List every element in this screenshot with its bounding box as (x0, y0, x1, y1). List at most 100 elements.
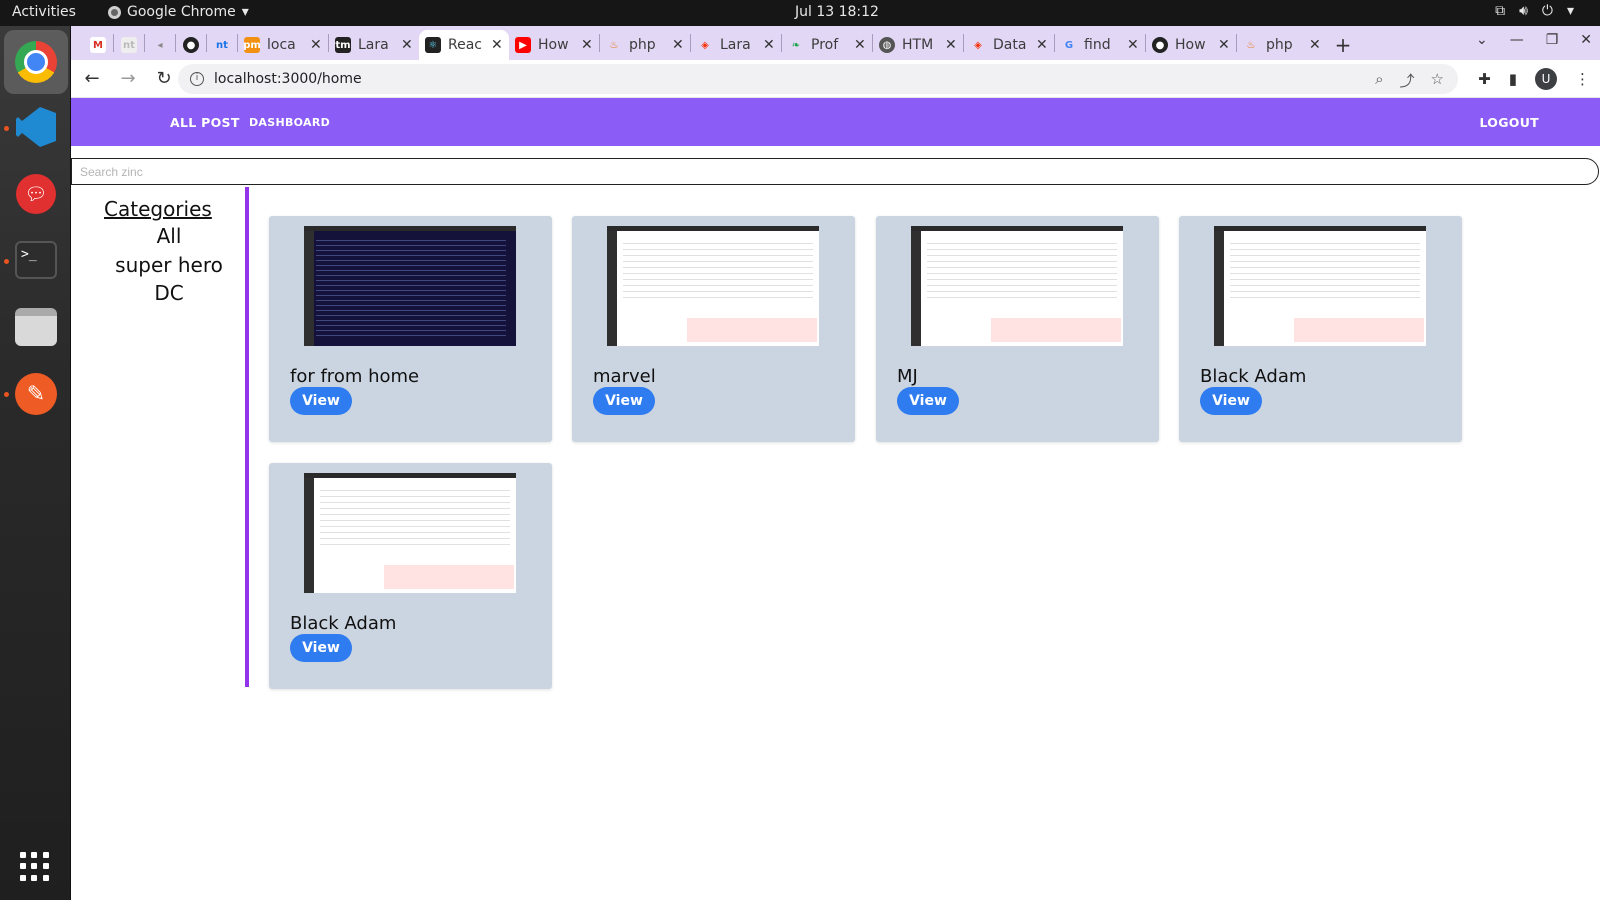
nav-all-post[interactable]: ALL POST (170, 115, 240, 130)
post-title: Black Adam (290, 613, 397, 634)
tab-active[interactable]: ⚛ Reac ✕ (419, 30, 509, 60)
minimize-icon[interactable]: — (1510, 32, 1524, 48)
php-icon: ♨ (1246, 39, 1256, 51)
clock[interactable]: Jul 13 18:12 (795, 4, 879, 20)
close-icon[interactable]: ✕ (491, 37, 503, 53)
profile-avatar[interactable]: U (1535, 68, 1557, 90)
dock-postman[interactable]: ✎ (13, 371, 59, 417)
files-icon (15, 308, 57, 346)
back-icon[interactable]: ← (77, 68, 107, 89)
dock-terminal[interactable]: >_ (13, 237, 59, 283)
close-icon[interactable]: ✕ (1218, 37, 1230, 53)
leaf-icon: ❧ (791, 39, 801, 51)
zoom-icon[interactable]: ⌕ (1375, 70, 1383, 91)
close-icon[interactable]: ✕ (672, 37, 684, 53)
tab[interactable]: ♨ php ✕ (1237, 30, 1327, 60)
tab-nt[interactable]: nt (114, 30, 144, 60)
site-info-icon[interactable]: i (190, 72, 204, 86)
side-panel-icon[interactable]: ▮ (1509, 70, 1517, 88)
reload-icon[interactable]: ↻ (149, 68, 179, 89)
tab[interactable]: ◈ Lara ✕ (691, 30, 781, 60)
power-icon[interactable]: ⏻ (1542, 3, 1553, 19)
tab[interactable]: tm Lara ✕ (329, 30, 419, 60)
logout-link[interactable]: LOGOUT (1479, 115, 1539, 130)
tab-nt-2[interactable]: nt (207, 30, 237, 60)
chevron-down-icon[interactable]: ▾ (1567, 3, 1574, 19)
menu-dots-icon[interactable]: ⋮ (1575, 70, 1590, 88)
browser-window: M nt ◂ ● nt pm loca ✕ tm Lara ✕ ⚛ Reac ✕ ▶ How ✕… (71, 26, 1600, 900)
view-button[interactable]: View (1200, 387, 1262, 415)
tab[interactable]: ◈ Data ✕ (964, 30, 1054, 60)
view-button[interactable]: View (290, 634, 352, 662)
tab[interactable]: ▶ How ✕ (509, 30, 599, 60)
post-title: MJ (897, 366, 918, 387)
toolbar-actions: ✚ ▮ U ⋮ (1478, 68, 1590, 90)
view-button[interactable]: View (593, 387, 655, 415)
category-all[interactable]: All (79, 224, 259, 248)
dock-files[interactable] (13, 304, 59, 350)
post-card: for from home View (269, 216, 552, 442)
post-thumbnail[interactable] (911, 226, 1123, 346)
address-bar[interactable]: i localhost:3000/home ⌕ ⤴ ☆ (178, 64, 1458, 94)
network-icon[interactable]: ⧉ (1495, 3, 1505, 19)
postman-icon: ✎ (15, 373, 57, 415)
restore-icon[interactable]: ❐ (1546, 32, 1559, 48)
show-apps-icon[interactable] (20, 852, 50, 882)
tab[interactable]: ❧ Prof ✕ (782, 30, 872, 60)
php-icon: ♨ (609, 39, 619, 51)
post-thumbnail[interactable] (304, 226, 516, 346)
app-menu-label: Google Chrome (127, 4, 236, 20)
new-tab-button[interactable]: + (1327, 30, 1359, 60)
close-icon[interactable]: ✕ (1036, 37, 1048, 53)
volume-icon[interactable]: 🔊︎ (1519, 3, 1528, 19)
post-thumbnail[interactable] (607, 226, 819, 346)
app-menu[interactable]: Google Chrome ▾ (108, 4, 249, 20)
close-icon[interactable]: ✕ (1309, 37, 1321, 53)
globe-icon: ◍ (879, 37, 895, 53)
close-window-icon[interactable]: ✕ (1580, 32, 1592, 48)
close-icon[interactable]: ✕ (401, 37, 413, 53)
post-thumbnail[interactable] (304, 473, 516, 593)
gmail-icon: M (90, 37, 106, 53)
close-icon[interactable]: ✕ (945, 37, 957, 53)
url-text[interactable]: localhost:3000/home (214, 71, 362, 87)
post-title: marvel (593, 366, 656, 387)
dock-chrome[interactable] (4, 30, 68, 94)
rocketchat-icon: 💬︎ (16, 174, 56, 214)
dock-vscode[interactable] (13, 104, 59, 150)
dock: 💬︎ >_ ✎ (0, 26, 71, 900)
close-icon[interactable]: ✕ (581, 37, 593, 53)
share-icon[interactable]: ⤴ (1400, 70, 1415, 91)
close-icon[interactable]: ✕ (1127, 37, 1139, 53)
search-input[interactable]: Search zinc (71, 158, 1599, 185)
activities-button[interactable]: Activities (12, 4, 76, 20)
nav-dashboard[interactable]: DASHBOARD (249, 116, 330, 129)
view-button[interactable]: View (290, 387, 352, 415)
tab[interactable]: ● How ✕ (1146, 30, 1236, 60)
tab-github[interactable]: ● (176, 30, 206, 60)
view-button[interactable]: View (897, 387, 959, 415)
category-super-hero[interactable]: super hero (79, 253, 259, 277)
omnibox-actions: ⌕ ⤴ ☆ (1375, 70, 1444, 91)
close-icon[interactable]: ✕ (854, 37, 866, 53)
tab-search-icon[interactable]: ⌄ (1476, 32, 1488, 48)
close-icon[interactable]: ✕ (310, 37, 322, 53)
tab-gmail[interactable]: M (83, 30, 113, 60)
category-dc[interactable]: DC (79, 281, 259, 305)
dock-rocketchat[interactable]: 💬︎ (13, 171, 59, 217)
close-icon[interactable]: ✕ (763, 37, 775, 53)
system-tray[interactable]: ⧉ 🔊︎ ⏻ ▾ (1495, 3, 1574, 19)
forward-icon[interactable]: → (113, 68, 143, 89)
post-thumbnail[interactable] (1214, 226, 1426, 346)
tab[interactable]: pm loca ✕ (238, 30, 328, 60)
tab[interactable]: ◍ HTM ✕ (873, 30, 963, 60)
terminal-icon: >_ (15, 241, 57, 279)
tab[interactable]: ♨ php ✕ (600, 30, 690, 60)
google-icon: G (1064, 39, 1074, 51)
tab-back[interactable]: ◂ (145, 30, 175, 60)
tab[interactable]: Gfind ✕ (1055, 30, 1145, 60)
extensions-icon[interactable]: ✚ (1478, 70, 1491, 88)
bookmark-star-icon[interactable]: ☆ (1431, 70, 1444, 91)
post-title: for from home (290, 366, 420, 387)
running-indicator (4, 392, 9, 397)
